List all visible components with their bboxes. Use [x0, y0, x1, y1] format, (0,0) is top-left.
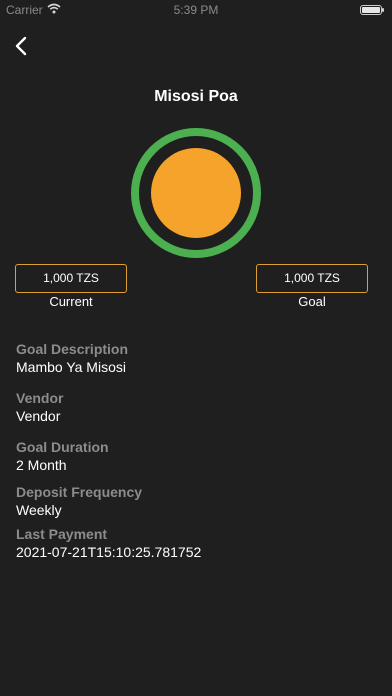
current-label: Current [49, 294, 93, 309]
goal-description-section: Goal Description Mambo Ya Misosi [16, 341, 128, 375]
goal-description-label: Goal Description [16, 341, 129, 357]
current-amount-box: 1,000 TZS [15, 264, 127, 293]
status-bar: Carrier 5:39 PM [0, 0, 392, 22]
goal-progress-ring [131, 128, 261, 258]
goal-duration-value: 2 Month [16, 457, 67, 473]
deposit-frequency-section: Deposit Frequency Weekly [16, 484, 142, 518]
page-title: Misosi Poa [154, 88, 238, 105]
vendor-value: Vendor [16, 408, 61, 424]
goal-amount-box: 1,000 TZS [256, 264, 368, 293]
back-button[interactable] [10, 32, 36, 60]
last-payment-label: Last Payment [16, 526, 108, 542]
deposit-frequency-value: Weekly [16, 502, 62, 518]
vendor-label: Vendor [16, 390, 64, 406]
progress-fill-circle [151, 148, 241, 238]
battery-icon [360, 5, 384, 15]
last-payment-value: 2021-07-21T15:10:25.781752 [16, 544, 202, 560]
goal-duration-section: Goal Duration 2 Month [16, 439, 109, 473]
vendor-section: Vendor Vendor [16, 390, 63, 424]
status-time: 5:39 PM [173, 3, 219, 17]
deposit-frequency-label: Deposit Frequency [16, 484, 143, 500]
goal-duration-label: Goal Duration [16, 439, 109, 455]
chevron-left-icon [15, 36, 27, 56]
last-payment-section: Last Payment 2021-07-21T15:10:25.781752 [16, 526, 201, 560]
goal-label: Goal [298, 294, 326, 309]
goal-description-value: Mambo Ya Misosi [16, 359, 126, 375]
